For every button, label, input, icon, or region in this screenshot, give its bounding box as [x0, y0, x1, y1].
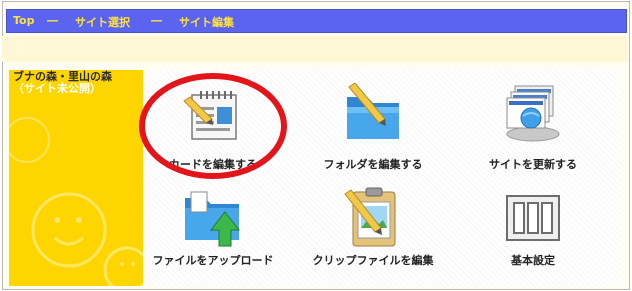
card-edit-button[interactable]: カードを編集する [143, 76, 283, 176]
breadcrumb: Top ― サイト選択 ― サイト編集 [6, 9, 627, 33]
smiley-decoration-icon [9, 117, 143, 286]
site-update-icon [506, 85, 560, 142]
folder-edit-button[interactable]: フォルダを編集する [303, 76, 443, 176]
clip-file-edit-button[interactable]: クリップファイルを編集 [303, 180, 443, 280]
breadcrumb-site-edit: サイト編集 [179, 16, 234, 29]
site-status: （サイト未公開） [13, 82, 101, 95]
site-update-label: サイトを更新する [489, 158, 577, 171]
sidebar: ブナの森・里山の森 （サイト未公開） [9, 70, 143, 286]
header-band [2, 36, 628, 62]
basic-settings-icon [506, 195, 560, 241]
site-update-button[interactable]: サイトを更新する [463, 76, 603, 176]
file-upload-button[interactable]: ファイルをアップロード [143, 180, 283, 280]
breadcrumb-site-select-link[interactable]: サイト選択 [75, 14, 130, 30]
file-upload-label: ファイルをアップロード [152, 254, 274, 267]
menu-panel: カードを編集する フォルダを編集する サイトを更新する ファイルをアップロード … [143, 70, 621, 286]
breadcrumb-separator: ― [151, 14, 162, 27]
file-upload-icon [185, 191, 241, 247]
basic-settings-label: 基本設定 [511, 254, 555, 267]
card-edit-icon [183, 91, 237, 140]
breadcrumb-separator: ― [47, 14, 58, 27]
card-edit-label: カードを編集する [169, 158, 257, 171]
basic-settings-button[interactable]: 基本設定 [463, 180, 603, 280]
clip-file-edit-label: クリップファイルを編集 [312, 254, 434, 267]
folder-edit-icon [347, 83, 399, 139]
folder-edit-label: フォルダを編集する [323, 158, 423, 171]
clip-file-edit-icon [344, 187, 396, 247]
breadcrumb-top-link[interactable]: Top [13, 14, 34, 27]
